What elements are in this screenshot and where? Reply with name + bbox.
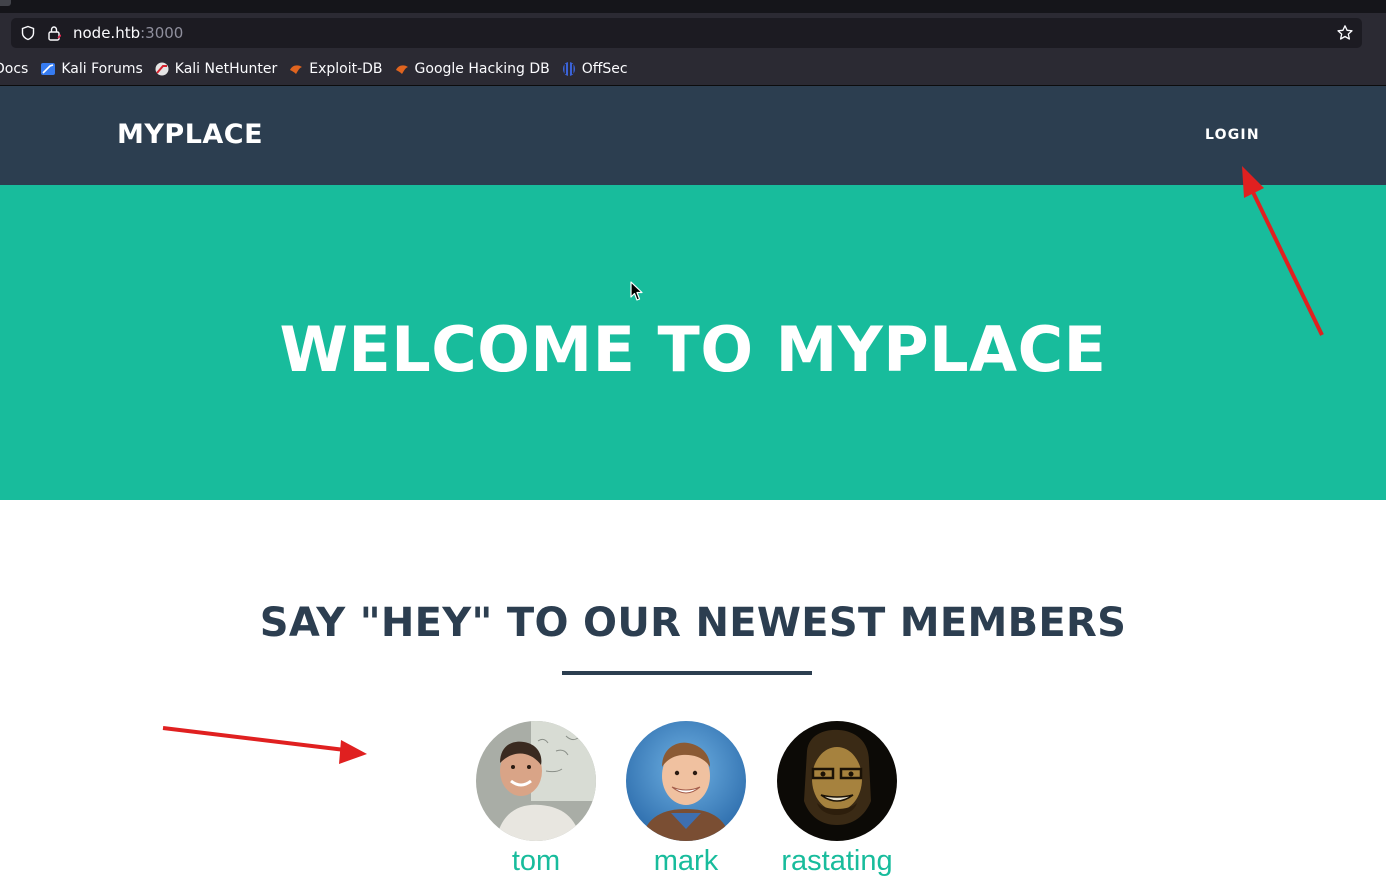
bookmark-label: Docs [0,61,29,77]
bookmark-kali-nethunter[interactable]: Kali NetHunter [154,61,277,77]
bookmark-exploit-db[interactable]: Exploit-DB [288,61,383,77]
kali-forums-icon [41,63,56,75]
hero-title: WELCOME TO MYPLACE [279,313,1107,386]
bookmark-docs[interactable]: Docs [0,61,28,77]
heading-divider [562,671,812,675]
shield-icon[interactable] [20,25,36,41]
login-link[interactable]: LOGIN [1205,127,1260,143]
bookmark-kali-forums[interactable]: Kali Forums [40,61,143,77]
bookmark-offsec[interactable]: OffSec [561,61,628,77]
annotation-arrow-members [162,726,367,764]
member-photo-tom [476,721,596,841]
url-host: node.htb [73,24,141,42]
bookmark-label: Kali Forums [61,61,143,77]
bookmarks-toolbar: Docs Kali Forums Kali NetHunter Exploit-… [0,58,639,80]
browser-toolbar: node.htb:3000 Docs Kali Forums Kali NetH… [0,13,1386,86]
member-name[interactable]: mark [611,845,761,878]
bookmark-label: Google Hacking DB [414,61,550,77]
nethunter-icon [155,62,169,76]
url-port: :3000 [140,24,184,42]
window-top-strip [0,0,1386,13]
bookmark-google-hacking-db[interactable]: Google Hacking DB [394,61,550,77]
member-name[interactable]: tom [461,845,611,878]
url-text[interactable]: node.htb:3000 [73,24,183,42]
member-photo-mark [626,721,746,841]
site-navbar: MYPLACE LOGIN [0,86,1386,185]
member-card-tom[interactable]: tom [461,721,611,878]
bookmark-label: Exploit-DB [309,61,383,77]
address-bar[interactable]: node.htb:3000 [11,18,1362,48]
member-name[interactable]: rastating [762,845,912,878]
bookmark-label: OffSec [581,61,628,77]
hero-section: WELCOME TO MYPLACE [0,185,1386,500]
members-heading: SAY "HEY" TO OUR NEWEST MEMBERS [259,600,1127,646]
member-card-mark[interactable]: mark [611,721,761,878]
bookmark-label: Kali NetHunter [174,61,278,77]
member-photo-rastating [777,721,897,841]
brand-logo[interactable]: MYPLACE [117,119,263,150]
bookmark-star-icon[interactable] [1336,24,1354,42]
avatar[interactable] [626,721,746,841]
offsec-icon [562,62,575,76]
exploit-db-icon [290,65,303,74]
avatar[interactable] [777,721,897,841]
lock-icon[interactable] [47,25,61,41]
member-card-rastating[interactable]: rastating [762,721,912,878]
ghdb-icon [395,65,408,74]
avatar[interactable] [476,721,596,841]
mouse-cursor-icon [630,281,643,301]
tab-nub [0,0,11,6]
